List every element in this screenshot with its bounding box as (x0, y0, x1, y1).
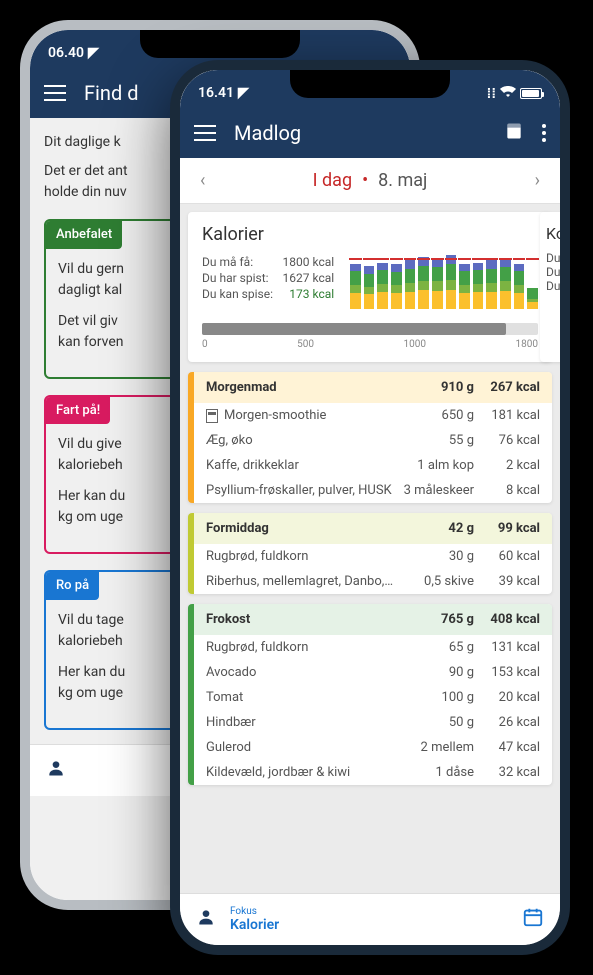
date-today: I dag (313, 170, 352, 191)
battery-icon (520, 88, 542, 99)
meal-card[interactable]: Frokost 765 g 408 kcal Rugbrød, fuldkorn… (188, 604, 552, 785)
meal-item[interactable]: Gulerod 2 mellem 47 kcal (194, 735, 552, 760)
notch (140, 30, 300, 58)
calorie-stats: Du må få:1800 kcalDu har spist:1627 kcal… (202, 255, 334, 309)
recipe-icon (206, 409, 218, 423)
meal-item[interactable]: Rugbrød, fuldkorn 30 g 60 kcal (194, 544, 552, 569)
location-icon: ◤ (88, 45, 99, 61)
meal-header: Morgenmad 910 g 267 kcal (194, 372, 552, 403)
meal-item[interactable]: Æg, øko 55 g 76 kcal (194, 428, 552, 453)
bottom-bar: Fokus Kalorier (180, 893, 560, 945)
meal-item[interactable]: Kildevæld, jordbær & kiwi 1 dåse 32 kcal (194, 760, 552, 785)
signal-icon: ⁞⁞ (487, 85, 496, 102)
meal-card[interactable]: Formiddag 42 g 99 kcal Rugbrød, fuldkorn… (188, 513, 552, 594)
location-icon: ◤ (238, 85, 249, 101)
card-label: Ro på (46, 572, 99, 600)
meal-item[interactable]: Riberhus, mellemlagret, Danbo, 25%, sk..… (194, 569, 552, 594)
more-icon[interactable] (542, 124, 546, 142)
front-phone: 16.41 ◤ ⁞⁞ Madlog ‹ I dag • (170, 60, 570, 955)
person-icon[interactable] (196, 907, 216, 932)
meal-header: Formiddag 42 g 99 kcal (194, 513, 552, 544)
focus-selector[interactable]: Fokus Kalorier (230, 906, 522, 933)
next-card-peek[interactable]: Ko Du Du Du (540, 212, 560, 362)
meal-item[interactable]: Kaffe, drikkeklar 1 alm kop 2 kcal (194, 453, 552, 478)
meal-item[interactable]: Avocado 90 g 153 kcal (194, 660, 552, 685)
calorie-chart (350, 255, 538, 309)
focus-value: Kalorier (230, 917, 522, 933)
meal-item[interactable]: Tomat 100 g 20 kcal (194, 685, 552, 710)
date-value: 8. maj (378, 170, 427, 191)
prev-day-button[interactable]: ‹ (194, 170, 211, 191)
meal-item[interactable]: Rugbrød, fuldkorn 65 g 131 kcal (194, 635, 552, 660)
meal-header: Frokost 765 g 408 kcal (194, 604, 552, 635)
status-time: 06.40 (48, 45, 84, 61)
person-icon[interactable] (46, 758, 66, 783)
notch (290, 70, 450, 98)
calories-card[interactable]: Kalorier Du må få:1800 kcalDu har spist:… (188, 212, 552, 362)
card-label: Fart på! (46, 397, 110, 425)
card-label: Anbefalet (46, 221, 122, 249)
meal-item[interactable]: Psyllium-frøskaller, pulver, HUSK 3 måle… (194, 478, 552, 503)
calories-title: Kalorier (202, 224, 538, 245)
content-scroll[interactable]: Kalorier Du må få:1800 kcalDu har spist:… (180, 204, 560, 893)
meal-card[interactable]: Morgenmad 910 g 267 kcal Morgen-smoothie… (188, 372, 552, 503)
meal-item[interactable]: Morgen-smoothie 650 g 181 kcal (194, 403, 552, 428)
menu-icon[interactable] (44, 85, 66, 101)
status-time: 16.41 (198, 85, 234, 101)
calendar-icon[interactable] (522, 906, 544, 933)
date-separator: • (362, 170, 368, 191)
app-bar: Madlog (180, 108, 560, 158)
date-nav: ‹ I dag • 8. maj › (180, 158, 560, 204)
focus-label: Fokus (230, 906, 522, 917)
wifi-icon (500, 85, 516, 101)
next-day-button[interactable]: › (529, 170, 546, 191)
page-title: Madlog (234, 121, 486, 145)
book-icon[interactable] (504, 121, 524, 145)
meal-item[interactable]: Hindbær 50 g 26 kcal (194, 710, 552, 735)
menu-icon[interactable] (194, 125, 216, 141)
calorie-progress: 050010001800 (202, 323, 538, 350)
